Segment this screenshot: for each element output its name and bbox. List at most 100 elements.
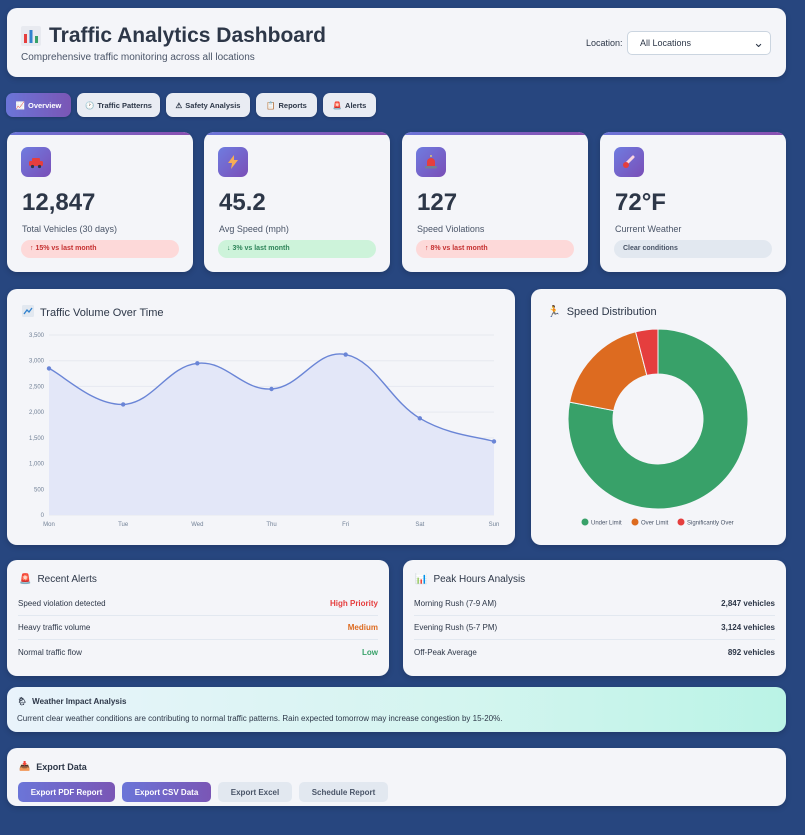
bar-chart-icon: 📊 (415, 574, 428, 585)
legend-swatch (581, 518, 589, 526)
alert-priority: High Priority (329, 599, 378, 608)
traffic-volume-chart: 3,500 3,000 2,500 2,000 1,500 1,000 500 0 Mon Tue… (29, 333, 500, 528)
pie-slice (569, 331, 648, 412)
chevron-down-icon: ⌄ (753, 35, 764, 50)
peak-value: 892 vehicles (727, 647, 775, 657)
location-label: Location: (586, 38, 623, 48)
stat-label: Speed Violations (417, 224, 485, 234)
thermometer-icon (614, 147, 644, 177)
y-tick-label: 3,500 (29, 333, 45, 339)
tab-alerts[interactable]: 🚨 Alerts (323, 93, 376, 117)
x-tick-label: Mon (43, 522, 55, 528)
export-pdf-button[interactable]: Export PDF Report (18, 782, 115, 802)
clock-icon: 🕐 (85, 100, 95, 110)
peak-hours-panel: 📊 Peak Hours Analysis Morning Rush (7-9 … (403, 560, 786, 676)
weather-impact-title: 🌦 Weather Impact Analysis (17, 697, 127, 706)
y-tick-label: 2,500 (29, 384, 45, 390)
x-tick-label: Fri (342, 522, 349, 528)
traffic-volume-panel: Traffic Volume Over Time 3,500 3,000 2,500… (7, 289, 515, 545)
rain-cloud-icon: 🌦 (17, 697, 28, 706)
recent-alerts-title: 🚨 Recent Alerts (19, 574, 97, 585)
download-icon: 📥 (19, 761, 31, 771)
data-point (46, 366, 52, 371)
y-tick-label: 500 (34, 487, 45, 493)
tab-safety-analysis[interactable]: ⚠ Safety Analysis (166, 93, 250, 117)
siren-icon (416, 147, 446, 177)
peak-row: Morning Rush (7-9 AM) 2,847 vehicles (414, 592, 775, 616)
stat-value: 45.2 (219, 189, 266, 216)
area-fill (49, 353, 494, 515)
alert-row: Speed violation detected High Priority (18, 592, 378, 616)
stat-card-total-vehicles: 12,847 Total Vehicles (30 days) ↑ 15% vs… (7, 132, 193, 272)
data-point (120, 402, 126, 407)
stat-label: Total Vehicles (30 days) (22, 224, 118, 234)
x-tick-label: Thu (266, 522, 276, 528)
siren-icon: 🚨 (19, 574, 32, 585)
stat-value: 127 (417, 189, 458, 216)
stat-change-badge: ↑ 8% vs last month (416, 240, 574, 258)
data-point (195, 361, 200, 366)
y-tick-label: 1,000 (29, 462, 45, 468)
legend-label: Significantly Over (687, 521, 734, 527)
stat-card-avg-speed: 45.2 Avg Speed (mph) ↓ 3% vs last month (204, 132, 390, 272)
stat-card-current-weather: 72°F Current Weather Clear conditions (600, 132, 786, 272)
stat-value: 72°F (615, 189, 666, 216)
page-title-text: Traffic Analytics Dashboard (49, 24, 326, 47)
tab-traffic-patterns[interactable]: 🕐 Traffic Patterns (77, 93, 160, 117)
y-tick-label: 0 (41, 513, 45, 519)
weather-impact-description: Current clear weather conditions are con… (17, 714, 503, 723)
alert-priority: Medium (347, 623, 378, 632)
tab-reports[interactable]: 📋 Reports (256, 93, 317, 117)
alert-priority: Low (362, 647, 378, 657)
y-tick-label: 2,000 (29, 410, 45, 416)
peak-hours-title: 📊 Peak Hours Analysis (415, 574, 526, 585)
car-icon (21, 147, 51, 177)
alert-row: Heavy traffic volume Medium (18, 616, 378, 640)
data-point (491, 439, 497, 444)
stat-change-badge: Clear conditions (614, 240, 772, 258)
speed-distribution-panel: 🏃 Speed Distribution Under Limit Over Lim… (531, 289, 786, 545)
siren-icon: 🚨 (332, 100, 343, 110)
page-subtitle: Comprehensive traffic monitoring across … (21, 52, 255, 63)
x-tick-label: Sun (489, 522, 500, 528)
dashboard-header: Traffic Analytics Dashboard Comprehensiv… (7, 8, 786, 77)
schedule-report-button[interactable]: Schedule Report (299, 782, 388, 802)
export-excel-button[interactable]: Export Excel (218, 782, 292, 802)
x-tick-label: Sat (415, 522, 424, 528)
y-tick-label: 3,000 (29, 359, 45, 365)
stat-card-speed-violations: 127 Speed Violations ↑ 8% vs last month (402, 132, 588, 272)
page-title: Traffic Analytics Dashboard (21, 24, 326, 48)
data-point (343, 352, 348, 357)
location-select[interactable]: All Locations ⌄ (627, 31, 771, 55)
legend-swatch (677, 518, 685, 526)
legend-label: Under Limit (591, 521, 622, 527)
stat-label: Avg Speed (mph) (219, 224, 289, 234)
stat-change-badge: ↓ 3% vs last month (218, 240, 376, 258)
chart-icon: 📈 (15, 100, 25, 110)
speed-distribution-chart: Under Limit Over Limit Significantly Over (567, 328, 749, 527)
peak-value: 2,847 vehicles (721, 599, 775, 608)
export-csv-button[interactable]: Export CSV Data (122, 782, 211, 802)
peak-row: Evening Rush (5-7 PM) 3,124 vehicles (414, 616, 775, 640)
export-title: 📥 Export Data (19, 761, 87, 772)
data-point (269, 386, 274, 392)
data-point (417, 416, 423, 421)
stat-value: 12,847 (22, 189, 96, 216)
stat-change-badge: ↑ 15% vs last month (21, 240, 179, 258)
legend-swatch (631, 518, 639, 526)
x-tick-label: Wed (191, 522, 203, 528)
export-panel: 📥 Export Data Export PDF Report Export C… (7, 748, 786, 806)
y-tick-label: 1,500 (29, 436, 45, 442)
recent-alerts-panel: 🚨 Recent Alerts Speed violation detected… (7, 560, 389, 676)
tab-overview[interactable]: 📈 Overview (6, 93, 71, 117)
weather-impact-banner: 🌦 Weather Impact Analysis Current clear … (7, 687, 786, 732)
alert-row: Normal traffic flow Low (18, 647, 378, 657)
location-select-value: All Locations (640, 38, 692, 48)
stat-label: Current Weather (615, 224, 682, 234)
bar-chart-icon (21, 26, 41, 46)
clipboard-icon: 📋 (266, 100, 276, 110)
warning-icon: ⚠ (175, 100, 183, 110)
lightning-icon (218, 147, 248, 177)
peak-row: Off-Peak Average 892 vehicles (414, 647, 775, 657)
x-tick-label: Tue (118, 522, 129, 528)
